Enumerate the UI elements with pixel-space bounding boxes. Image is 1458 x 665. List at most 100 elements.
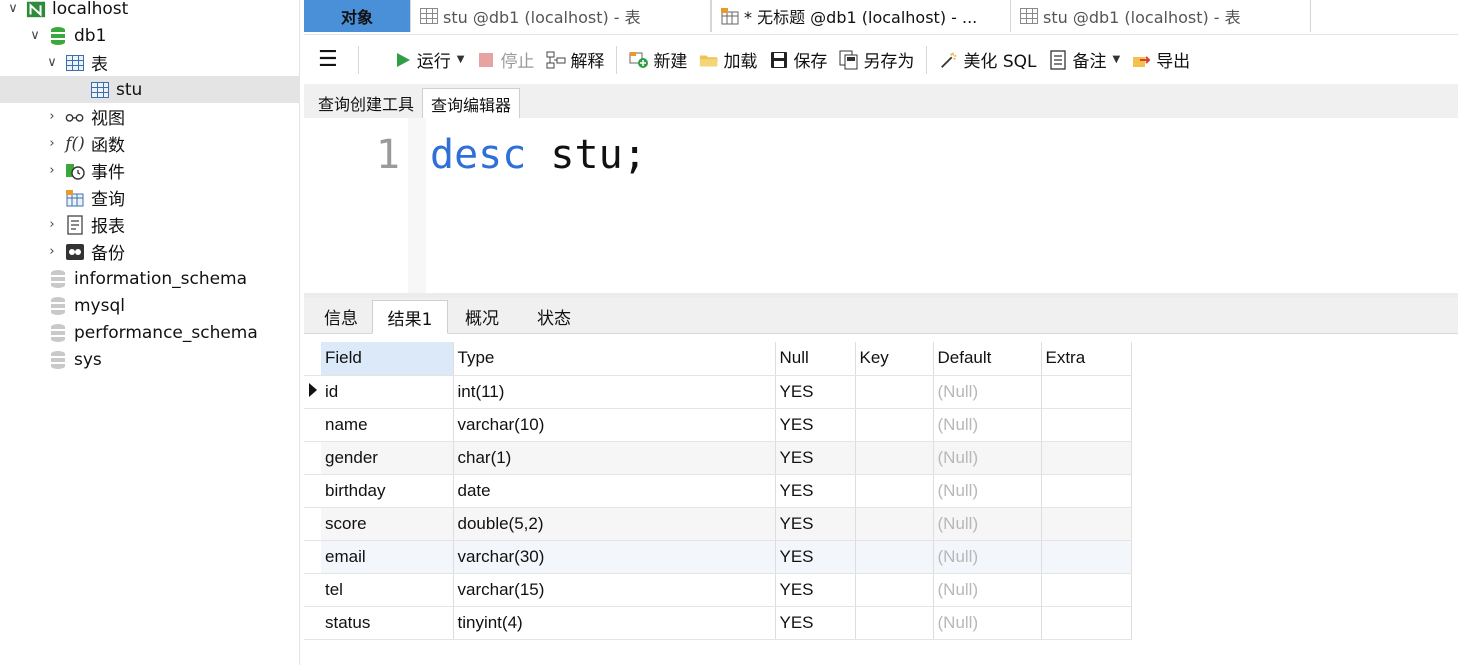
tab-query-builder[interactable]: 查询创建工具: [310, 88, 422, 118]
chevron-right-icon[interactable]: ›: [45, 136, 59, 151]
sql-editor[interactable]: 1 desc stu;: [304, 118, 1458, 293]
cell-null[interactable]: YES: [775, 540, 856, 574]
tree-item-backups[interactable]: › 备份: [0, 238, 300, 265]
cell-extra[interactable]: [1041, 507, 1132, 541]
export-button[interactable]: 导出: [1126, 44, 1196, 76]
load-button[interactable]: 加载: [693, 44, 763, 76]
cell-key[interactable]: [855, 375, 934, 409]
cell-field[interactable]: score: [321, 507, 454, 541]
cell-default[interactable]: (Null): [933, 540, 1042, 574]
cell-default[interactable]: (Null): [933, 573, 1042, 607]
cell-field[interactable]: name: [321, 408, 454, 442]
tree-item-functions[interactable]: › f() 函数: [0, 130, 300, 157]
tree-item-events[interactable]: › 事件: [0, 157, 300, 184]
column-header-type[interactable]: Type: [453, 342, 776, 376]
tab-untitled-query[interactable]: * 无标题 @db1 (localhost) - ...: [711, 0, 1011, 32]
cell-field[interactable]: tel: [321, 573, 454, 607]
code-line[interactable]: desc stu;: [430, 132, 647, 178]
cell-key[interactable]: [855, 540, 934, 574]
cell-null[interactable]: YES: [775, 375, 856, 409]
table-row[interactable]: status tinyint(4) YES (Null): [304, 606, 1132, 640]
cell-null[interactable]: YES: [775, 441, 856, 475]
column-header-field[interactable]: Field: [321, 342, 454, 376]
explain-button[interactable]: 解释: [540, 44, 610, 76]
tree-item-tables[interactable]: ∨ 表: [0, 49, 300, 76]
cell-default[interactable]: (Null): [933, 441, 1042, 475]
column-header-null[interactable]: Null: [775, 342, 856, 376]
tree-item-reports[interactable]: › 报表: [0, 211, 300, 238]
tree-item-queries[interactable]: 查询: [0, 184, 300, 211]
chevron-right-icon[interactable]: ›: [45, 109, 59, 124]
table-row[interactable]: id int(11) YES (Null): [304, 375, 1132, 409]
tree-item-views[interactable]: › 视图: [0, 103, 300, 130]
tree-item-database-performance-schema[interactable]: performance_schema: [0, 319, 300, 346]
tab-stu-table-1[interactable]: stu @db1 (localhost) - 表: [411, 0, 711, 32]
cell-extra[interactable]: [1041, 408, 1132, 442]
chevron-down-icon[interactable]: ▼: [1112, 54, 1120, 65]
cell-field[interactable]: status: [321, 606, 454, 640]
cell-default[interactable]: (Null): [933, 375, 1042, 409]
cell-type[interactable]: int(11): [453, 375, 776, 409]
cell-type[interactable]: tinyint(4): [453, 606, 776, 640]
table-row[interactable]: tel varchar(15) YES (Null): [304, 573, 1132, 607]
tab-stu-table-2[interactable]: stu @db1 (localhost) - 表: [1011, 0, 1311, 32]
table-row[interactable]: name varchar(10) YES (Null): [304, 408, 1132, 442]
chevron-down-icon[interactable]: ▼: [457, 54, 465, 65]
tab-info[interactable]: 信息: [310, 299, 372, 333]
tree-item-database[interactable]: ∨ db1: [0, 22, 300, 49]
table-row[interactable]: score double(5,2) YES (Null): [304, 507, 1132, 541]
cell-null[interactable]: YES: [775, 474, 856, 508]
cell-key[interactable]: [855, 606, 934, 640]
cell-default[interactable]: (Null): [933, 474, 1042, 508]
tab-status[interactable]: 状态: [516, 299, 592, 333]
chevron-right-icon[interactable]: ›: [45, 244, 59, 259]
cell-key[interactable]: [855, 573, 934, 607]
cell-extra[interactable]: [1041, 540, 1132, 574]
cell-type[interactable]: varchar(30): [453, 540, 776, 574]
cell-field[interactable]: email: [321, 540, 454, 574]
cell-default[interactable]: (Null): [933, 606, 1042, 640]
cell-null[interactable]: YES: [775, 573, 856, 607]
cell-default[interactable]: (Null): [933, 408, 1042, 442]
save-button[interactable]: 保存: [763, 44, 833, 76]
cell-type[interactable]: date: [453, 474, 776, 508]
tree-item-database-mysql[interactable]: mysql: [0, 292, 300, 319]
tab-result1[interactable]: 结果1: [372, 300, 448, 334]
tree-item-database-sys[interactable]: sys: [0, 346, 300, 373]
cell-extra[interactable]: [1041, 573, 1132, 607]
cell-extra[interactable]: [1041, 375, 1132, 409]
tree-item-connection[interactable]: ∨ localhost: [0, 0, 300, 22]
chevron-down-icon[interactable]: ∨: [6, 1, 20, 16]
chevron-down-icon[interactable]: ∨: [45, 55, 59, 70]
column-header-extra[interactable]: Extra: [1041, 342, 1132, 376]
new-button[interactable]: 新建: [623, 44, 693, 76]
column-header-key[interactable]: Key: [855, 342, 934, 376]
tab-objects[interactable]: 对象: [304, 0, 411, 32]
cell-type[interactable]: varchar(10): [453, 408, 776, 442]
cell-extra[interactable]: [1041, 474, 1132, 508]
cell-field[interactable]: gender: [321, 441, 454, 475]
column-header-default[interactable]: Default: [933, 342, 1042, 376]
tree-item-database-information-schema[interactable]: information_schema: [0, 265, 300, 292]
tree-item-table-stu[interactable]: stu: [0, 76, 300, 103]
menu-button[interactable]: ☰: [304, 44, 352, 76]
cell-type[interactable]: double(5,2): [453, 507, 776, 541]
cell-type[interactable]: char(1): [453, 441, 776, 475]
run-button[interactable]: 运行 ▼: [387, 44, 471, 76]
cell-key[interactable]: [855, 408, 934, 442]
cell-key[interactable]: [855, 474, 934, 508]
chevron-down-icon[interactable]: ∨: [28, 28, 42, 43]
table-row[interactable]: birthday date YES (Null): [304, 474, 1132, 508]
cell-null[interactable]: YES: [775, 507, 856, 541]
tab-profile[interactable]: 概况: [448, 299, 516, 333]
table-row[interactable]: gender char(1) YES (Null): [304, 441, 1132, 475]
notes-button[interactable]: 备注 ▼: [1042, 44, 1126, 76]
cell-key[interactable]: [855, 441, 934, 475]
stop-button[interactable]: 停止: [470, 44, 540, 76]
cell-extra[interactable]: [1041, 606, 1132, 640]
cell-null[interactable]: YES: [775, 606, 856, 640]
chevron-right-icon[interactable]: ›: [45, 163, 59, 178]
cell-type[interactable]: varchar(15): [453, 573, 776, 607]
cell-extra[interactable]: [1041, 441, 1132, 475]
save-as-button[interactable]: 另存为: [833, 44, 920, 76]
